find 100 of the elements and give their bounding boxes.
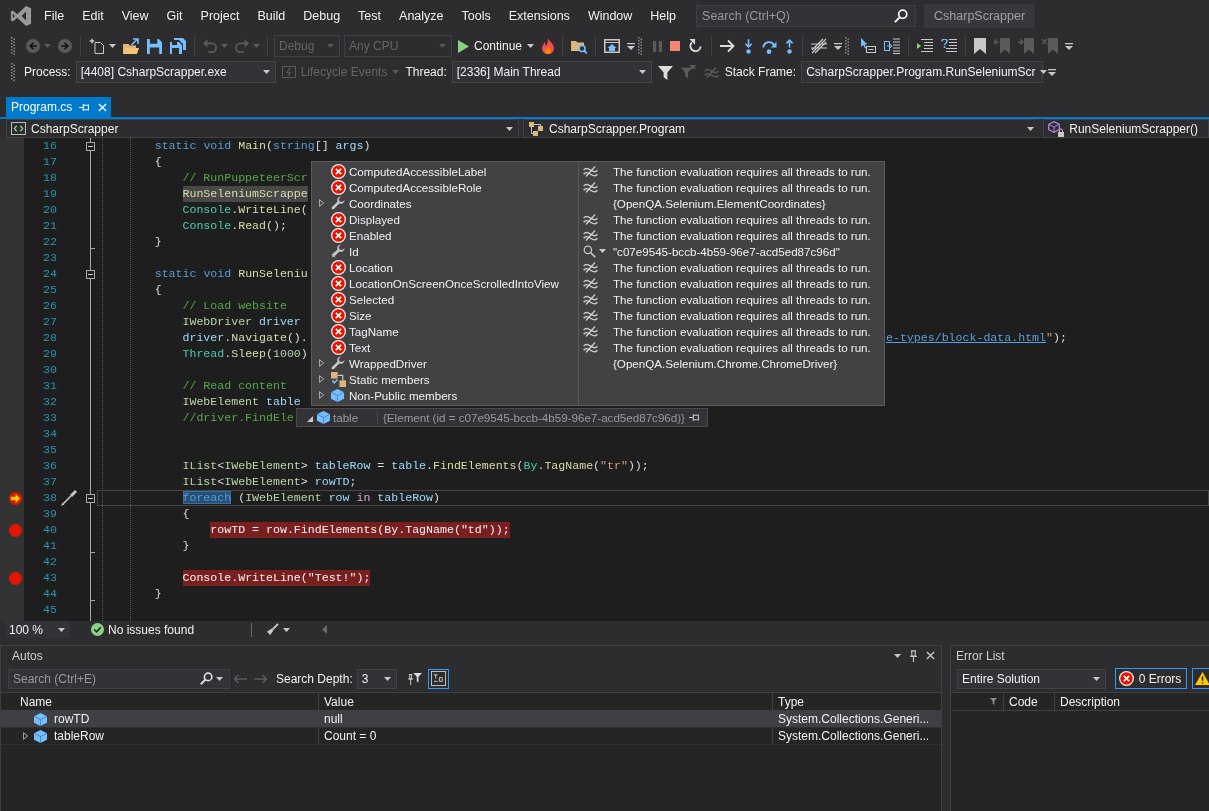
circular-arrow-icon[interactable] (688, 38, 704, 54)
menu-item[interactable]: Git (157, 5, 192, 27)
menu-item[interactable]: View (112, 5, 158, 27)
member-name[interactable]: Text (349, 340, 579, 354)
arrow-up-dot-icon[interactable] (785, 38, 795, 54)
striped-lines-icon[interactable] (811, 38, 828, 54)
indent-lines-icon[interactable] (917, 39, 934, 53)
menu-item[interactable]: Project (191, 5, 249, 27)
caret-icon[interactable] (109, 44, 116, 48)
search-field[interactable]: Search (Ctrl+E) (8, 668, 230, 689)
column-header[interactable]: Description (1054, 693, 1121, 710)
menu-item[interactable]: Tools (452, 5, 500, 27)
menu-item[interactable]: Help (641, 5, 686, 27)
flame-icon[interactable] (542, 38, 555, 54)
floppy-disks-icon[interactable] (170, 38, 186, 54)
member-name[interactable]: Displayed (349, 212, 579, 226)
member-name[interactable]: Size (349, 308, 579, 322)
magnifier-icon[interactable] (583, 244, 596, 258)
expand-arrow-icon[interactable] (318, 375, 324, 383)
expand-arrow-icon[interactable] (318, 199, 324, 207)
new-page-icon[interactable] (89, 38, 105, 54)
stop-square-icon[interactable] (670, 41, 681, 51)
close-icon[interactable] (926, 651, 935, 660)
collapse-icon[interactable] (86, 493, 95, 503)
grip-icon[interactable] (845, 37, 850, 55)
member-name[interactable]: Enabled (349, 228, 579, 242)
folder-magnifier-icon[interactable] (571, 38, 588, 54)
screwdriver-icon[interactable] (61, 490, 77, 506)
pin-icon[interactable] (79, 102, 92, 112)
member-name[interactable]: Location (349, 260, 579, 274)
caret-icon[interactable] (283, 627, 291, 632)
collapse-icon[interactable] (86, 141, 95, 151)
member-name[interactable]: ComputedAccessibleLabel (349, 164, 579, 178)
cursor-box-icon[interactable] (860, 38, 877, 54)
code-editor[interactable] (0, 138, 1209, 621)
zoom-dropdown[interactable]: 100 % (6, 621, 70, 638)
grip-icon[interactable] (11, 37, 15, 55)
filter-button[interactable]: 0 Errors (1114, 668, 1188, 689)
menu-item[interactable]: Window (578, 5, 642, 27)
pin-icon[interactable] (909, 649, 918, 662)
arrow-down-dot-icon[interactable] (744, 38, 754, 54)
menu-item[interactable]: Edit (73, 5, 113, 27)
column-header[interactable]: Name (1, 693, 318, 710)
dropdown[interactable]: 3 (356, 668, 397, 689)
dropdown[interactable]: [4408] CsharpScrapper.exe (75, 61, 276, 83)
member-name[interactable]: Id (349, 244, 579, 258)
dropdown[interactable]: CsharpScrapper.Program (523, 119, 1040, 138)
filter-button[interactable] (1192, 668, 1209, 689)
menu-item[interactable]: Test (349, 5, 391, 27)
document-tab[interactable]: Program.cs (6, 97, 112, 117)
question-lines-icon[interactable] (941, 39, 958, 53)
overflow-caret-icon[interactable] (834, 42, 843, 50)
member-name[interactable]: TagName (349, 324, 579, 338)
box-lines-icon[interactable] (884, 38, 901, 54)
table-row[interactable]: rowTD null System.Collections.Generi... (1, 711, 941, 728)
floppy-disk-icon[interactable] (147, 38, 162, 54)
collapse-icon[interactable] (86, 269, 95, 279)
dropdown[interactable]: Entire Solution (957, 668, 1106, 689)
menu-item[interactable]: Extensions (499, 5, 579, 27)
folder-arrow-icon[interactable] (123, 38, 139, 54)
member-name[interactable]: ComputedAccessibleRole (349, 180, 579, 194)
member-name[interactable]: LocationOnScreenOnceScrolledIntoView (349, 276, 579, 290)
caret-icon[interactable] (599, 249, 606, 253)
menu-item[interactable]: File (35, 5, 74, 27)
window-house-icon[interactable] (604, 38, 621, 54)
column-header[interactable]: Value (318, 693, 772, 710)
expand-arrow-icon[interactable] (318, 359, 324, 367)
dropdown[interactable]: RunSeleniumScrapper() (1043, 119, 1209, 138)
overflow-caret-icon[interactable] (1065, 42, 1074, 50)
breakpoint-dot-icon[interactable] (9, 571, 22, 585)
member-name[interactable]: Non-Public members (349, 388, 579, 402)
dropdown[interactable]: [2336] Main Thread (451, 61, 652, 83)
funnel-icon[interactable] (657, 64, 673, 80)
dropdown[interactable]: CsharpScrapper (6, 119, 519, 138)
expand-arrow-icon[interactable] (318, 391, 324, 399)
table-row[interactable]: tableRow Count = 0 System.Collections.Generi... (1, 728, 941, 745)
menu-item[interactable]: Build (248, 5, 295, 27)
pin-icon[interactable] (689, 413, 701, 422)
menu-item[interactable]: Analyze (390, 5, 453, 27)
member-name[interactable]: WrappedDriver (349, 356, 579, 370)
caret-icon[interactable] (894, 653, 901, 658)
bookmark-icon[interactable] (974, 38, 987, 54)
grip-icon[interactable] (11, 63, 15, 81)
toggle-button[interactable] (427, 668, 449, 689)
expand-arrow-icon[interactable] (23, 732, 28, 740)
dropdown[interactable]: CsharpScrapper.Program.RunSeleniumScr (801, 61, 1044, 83)
grip-icon[interactable] (638, 37, 643, 55)
column-filter-icon[interactable] (990, 698, 997, 705)
overflow-caret-icon[interactable] (627, 42, 636, 50)
member-name[interactable]: Selected (349, 292, 579, 306)
arrow-right-icon[interactable] (720, 39, 737, 53)
expanded-arrow-icon[interactable] (307, 416, 313, 422)
search-field[interactable]: Search (Ctrl+Q) (696, 5, 917, 27)
issues-status[interactable]: No issues found (108, 622, 195, 637)
continue-button[interactable]: Continue (458, 35, 535, 57)
menu-item[interactable]: Debug (294, 5, 350, 27)
arrow-over-dot-icon[interactable] (761, 38, 778, 54)
scroll-left-icon[interactable] (322, 625, 328, 634)
member-name[interactable]: Static members (349, 372, 579, 386)
column-header[interactable]: Code (1003, 693, 1054, 710)
